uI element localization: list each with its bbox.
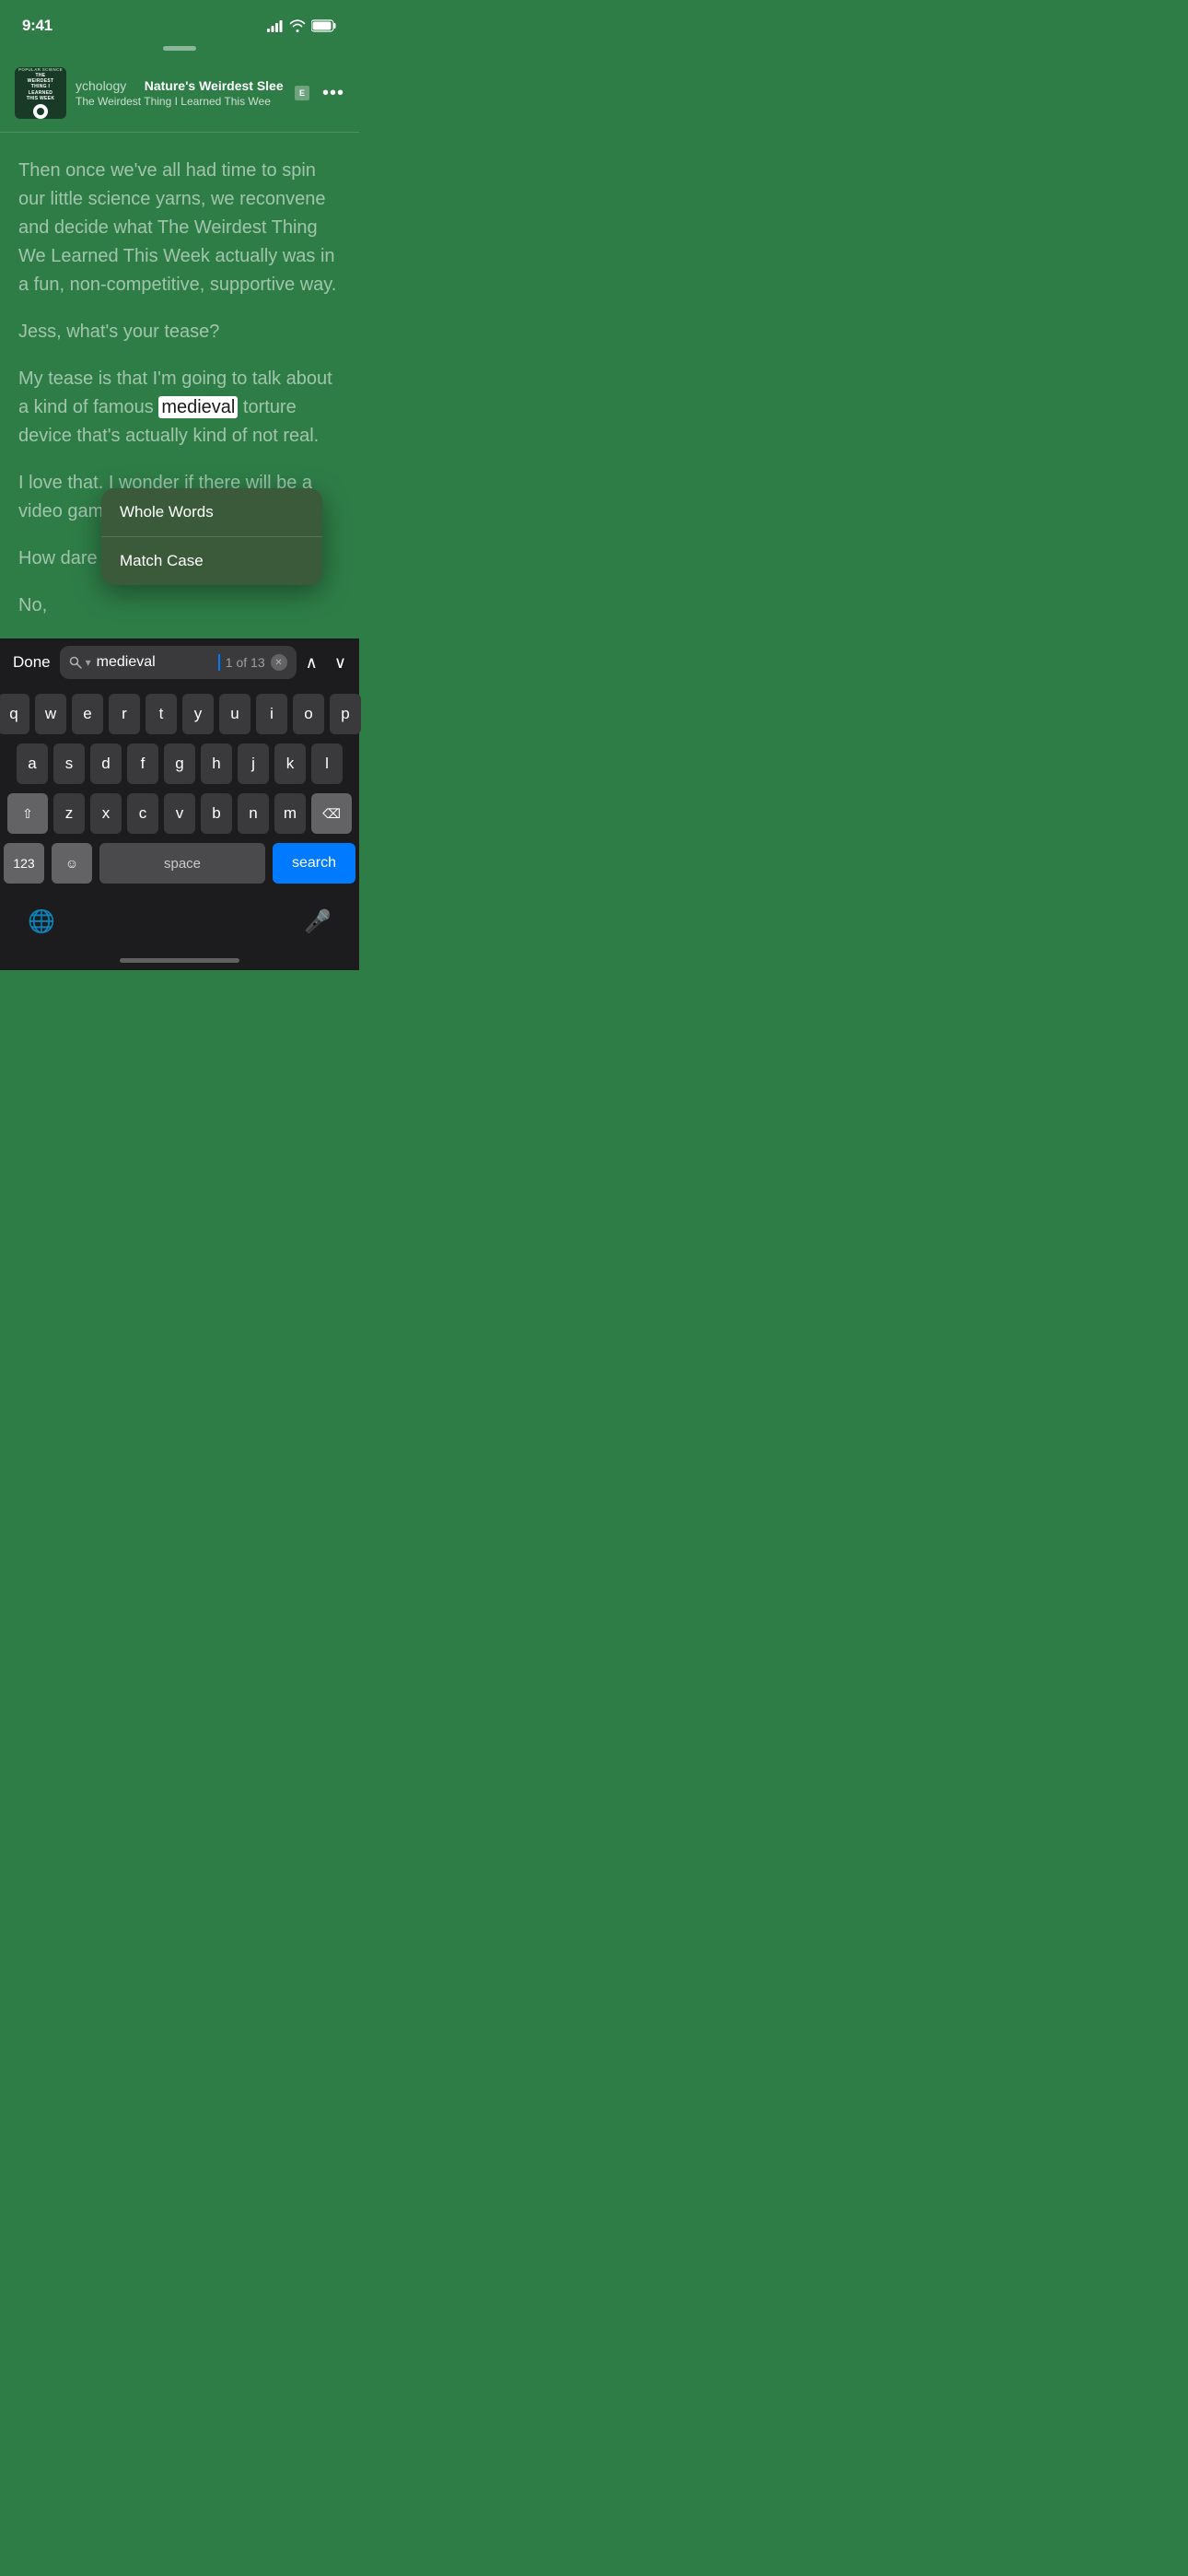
status-icons [267,19,337,32]
search-count: 1 of 13 [226,655,265,670]
key-delete[interactable]: ⌫ [311,793,352,834]
key-numbers[interactable]: 123 [4,843,44,884]
key-y[interactable]: y [182,694,214,734]
key-d[interactable]: d [90,744,122,784]
key-k[interactable]: k [274,744,306,784]
key-space[interactable]: space [99,843,265,884]
key-r[interactable]: r [109,694,140,734]
key-z[interactable]: z [53,793,85,834]
context-menu-match-case[interactable]: Match Case [101,537,322,585]
home-indicator [0,943,359,970]
key-v[interactable]: v [164,793,195,834]
signal-icon [267,20,284,32]
keyboard-row-3: ⇧ z x c v b n m ⌫ [4,793,355,834]
key-i[interactable]: i [256,694,287,734]
transcript-para-6-start: No, [18,595,47,615]
done-button[interactable]: Done [13,653,51,672]
key-g[interactable]: g [164,744,195,784]
search-icon-wrap: ▾ [69,656,91,669]
key-o[interactable]: o [293,694,324,734]
key-l[interactable]: l [311,744,343,784]
search-input-text[interactable]: medieval [97,654,212,671]
transcript-highlight: medieval [158,396,238,418]
search-input-wrap[interactable]: ▾ medieval 1 of 13 ✕ [60,646,297,679]
player-show: The Weirdest Thing I Learned This Wee [76,95,285,108]
key-emoji[interactable]: ☺ [52,843,92,884]
next-result-button[interactable]: ∨ [334,653,346,673]
key-s[interactable]: s [53,744,85,784]
search-clear-button[interactable]: ✕ [271,654,287,671]
transcript-para-6: No, [18,591,341,620]
key-w[interactable]: w [35,694,66,734]
battery-icon [311,19,337,32]
key-h[interactable]: h [201,744,232,784]
transcript-para-2: Jess, what's your tease? [18,318,341,346]
key-x[interactable]: x [90,793,122,834]
search-bar: Done ▾ medieval 1 of 13 ✕ ∧ ∨ [0,638,359,686]
wifi-icon [289,19,306,32]
keyboard: q w e r t y u i o p a s d f g h j k l ⇧ … [0,686,359,896]
search-dropdown-arrow: ▾ [86,656,91,669]
search-cursor [218,654,220,671]
bottom-bar: 🌐 🎤 [0,896,359,943]
context-menu: Whole Words Match Case [101,488,322,585]
key-t[interactable]: t [146,694,177,734]
key-a[interactable]: a [17,744,48,784]
transcript-para-3: My tease is that I'm going to talk about… [18,365,341,451]
key-n[interactable]: n [238,793,269,834]
context-menu-whole-words[interactable]: Whole Words [101,488,322,537]
player-actions: E ••• [295,83,344,104]
album-art-eye-pupil [37,108,44,115]
album-art-eye [33,104,48,119]
more-button[interactable]: ••• [322,83,344,104]
nav-arrows: ∧ ∨ [306,653,346,673]
key-q[interactable]: q [0,694,29,734]
keyboard-row-4: 123 ☺ space search [4,843,355,884]
player-episode: ychology Nature's Weirdest Slee [76,78,285,93]
player-info: ychology Nature's Weirdest Slee The Weir… [76,78,285,108]
key-j[interactable]: j [238,744,269,784]
key-search[interactable]: search [273,843,355,884]
key-e[interactable]: e [72,694,103,734]
search-icon [69,656,82,669]
globe-icon[interactable]: 🌐 [28,908,55,935]
transcript-para-1: Then once we've all had time to spin our… [18,157,341,299]
key-shift[interactable]: ⇧ [7,793,48,834]
keyboard-row-1: q w e r t y u i o p [4,694,355,734]
status-time: 9:41 [22,17,52,35]
episode-title: Nature's Weirdest Slee [145,78,284,93]
explicit-badge: E [295,86,309,100]
home-bar [120,958,239,963]
prev-show: ychology [76,78,126,93]
key-b[interactable]: b [201,793,232,834]
mini-player: POPULAR SCIENCE THE WEIRDEST THING I LEA… [0,64,359,123]
key-f[interactable]: f [127,744,158,784]
key-m[interactable]: m [274,793,306,834]
keyboard-row-2: a s d f g h j k l [4,744,355,784]
section-divider [0,132,359,133]
album-art-main: THE WEIRDEST THING I LEARNED THIS WEEK [27,73,54,101]
key-c[interactable]: c [127,793,158,834]
key-p[interactable]: p [330,694,361,734]
drag-handle [163,46,196,51]
microphone-icon[interactable]: 🎤 [304,908,332,935]
album-art: POPULAR SCIENCE THE WEIRDEST THING I LEA… [15,67,66,119]
key-u[interactable]: u [219,694,250,734]
prev-result-button[interactable]: ∧ [306,653,318,673]
status-bar: 9:41 [0,0,359,46]
